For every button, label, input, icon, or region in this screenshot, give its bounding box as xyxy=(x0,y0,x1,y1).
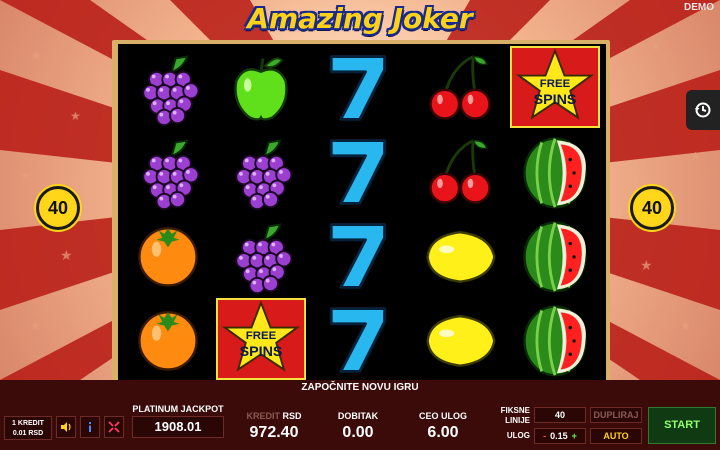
reel-symbol-free-spins: FREE SPINS xyxy=(510,46,600,128)
stake-label: Ulog xyxy=(506,431,530,440)
balance-label-currency: RSD xyxy=(282,411,302,421)
svg-text:★: ★ xyxy=(30,47,43,63)
reel-symbol-grapes xyxy=(216,130,306,212)
free-spins-text-1: FREE xyxy=(540,78,571,90)
svg-text:★: ★ xyxy=(680,319,691,333)
cherries-icon xyxy=(429,139,491,204)
stake-control: -0.15 + xyxy=(534,428,586,444)
reel-symbol-seven xyxy=(311,214,401,296)
reel-symbol-grapes xyxy=(123,130,213,212)
apple-icon xyxy=(234,57,288,121)
lemon-icon xyxy=(426,230,496,283)
start-button[interactable]: START xyxy=(648,407,716,444)
free-spins-text-2: SPINS xyxy=(534,92,577,108)
seven-icon xyxy=(329,223,386,289)
free-spins-icon: FREE SPINS xyxy=(515,48,595,120)
free-spins-text-1: FREE xyxy=(246,330,277,342)
auto-button[interactable]: AUTO xyxy=(590,428,642,444)
free-spins-text-2: SPINS xyxy=(240,344,283,360)
watermelon-icon xyxy=(523,137,587,209)
grapes-icon xyxy=(235,139,293,211)
reel-symbol-cherries xyxy=(415,130,505,212)
status-message: ZAPOČNITE NOVU IGRU xyxy=(301,382,419,393)
svg-text:★: ★ xyxy=(640,257,653,273)
orange-icon xyxy=(138,311,198,371)
demo-label: DEMO xyxy=(684,2,714,13)
speaker-icon xyxy=(61,422,71,432)
reel-symbol-orange xyxy=(123,214,213,296)
cherries-icon xyxy=(429,55,491,120)
reel-symbol-cherries xyxy=(415,46,505,128)
credit-line-2: 0.01 RSD xyxy=(12,430,44,437)
grapes-icon xyxy=(235,223,293,295)
fixed-lines-value: 40 xyxy=(534,407,586,423)
reel-symbol-lemon xyxy=(415,214,505,296)
svg-text:★: ★ xyxy=(30,319,41,333)
game-logo: Amazing Joker xyxy=(247,2,473,35)
double-button[interactable]: DUPLIRAJ xyxy=(590,407,642,423)
credit-denomination[interactable]: 1 KREDIT 0.01 RSD xyxy=(4,416,52,440)
win-label: DOBITAK xyxy=(337,411,379,421)
fixed-lines-label-2: linije xyxy=(505,416,530,425)
reel-symbol-grapes xyxy=(123,46,213,128)
credit-line-1: 1 KREDIT xyxy=(12,420,44,427)
reel-symbol-seven xyxy=(311,130,401,212)
reel-symbol-lemon xyxy=(415,298,505,380)
fullscreen-button[interactable] xyxy=(104,416,124,438)
balance-label-dim: KREDIT xyxy=(246,411,280,421)
watermelon-icon xyxy=(523,305,587,377)
fixed-lines-label: Fiksne linije xyxy=(486,406,530,426)
watermelon-icon xyxy=(523,221,587,293)
stake-plus-button[interactable]: + xyxy=(568,431,577,441)
svg-text:★: ★ xyxy=(20,169,31,183)
total-bet-value: 6.00 xyxy=(427,424,459,441)
lines-badge-right: 40 xyxy=(630,186,674,230)
jackpot-value: 1908.01 xyxy=(132,416,224,438)
info-icon xyxy=(89,422,91,432)
reel-symbol-watermelon xyxy=(510,214,600,296)
total-bet-label: CEO ULOG xyxy=(418,411,467,421)
reel-area: FREE SPINS FREE SPINS xyxy=(118,44,606,380)
svg-text:★: ★ xyxy=(690,149,701,163)
reel-symbol-watermelon xyxy=(510,298,600,380)
svg-text:★: ★ xyxy=(70,109,81,123)
svg-text:★: ★ xyxy=(650,39,661,53)
reel-symbol-grapes xyxy=(216,214,306,296)
win-value: 0.00 xyxy=(342,424,374,441)
reel-symbol-orange xyxy=(123,298,213,380)
stake-value: 0.15 xyxy=(550,431,568,441)
seven-icon xyxy=(329,55,386,121)
history-icon xyxy=(695,102,711,118)
fixed-lines-label-1: Fiksne xyxy=(500,406,530,415)
history-button[interactable] xyxy=(686,90,720,130)
orange-icon xyxy=(138,227,198,287)
reel-symbol-seven xyxy=(311,298,401,380)
expand-icon xyxy=(108,421,120,433)
info-button[interactable] xyxy=(80,416,100,438)
sound-button[interactable] xyxy=(56,416,76,438)
seven-icon xyxy=(329,307,386,373)
balance-value: 972.40 xyxy=(249,424,299,441)
reel-symbol-apple xyxy=(216,46,306,128)
svg-text:★: ★ xyxy=(60,247,73,263)
grapes-icon xyxy=(142,139,200,211)
reel-symbol-free-spins: FREE SPINS xyxy=(216,298,306,380)
reel-symbol-watermelon xyxy=(510,130,600,212)
jackpot-label: PLATINUM JACKPOT xyxy=(132,404,224,414)
free-spins-icon: FREE SPINS xyxy=(221,300,301,372)
reel-symbol-seven xyxy=(311,46,401,128)
balance-label: KREDIT RSD xyxy=(244,411,304,421)
grapes-icon xyxy=(142,55,200,127)
seven-icon xyxy=(329,139,386,205)
lines-badge-left: 40 xyxy=(36,186,80,230)
lemon-icon xyxy=(426,314,496,367)
